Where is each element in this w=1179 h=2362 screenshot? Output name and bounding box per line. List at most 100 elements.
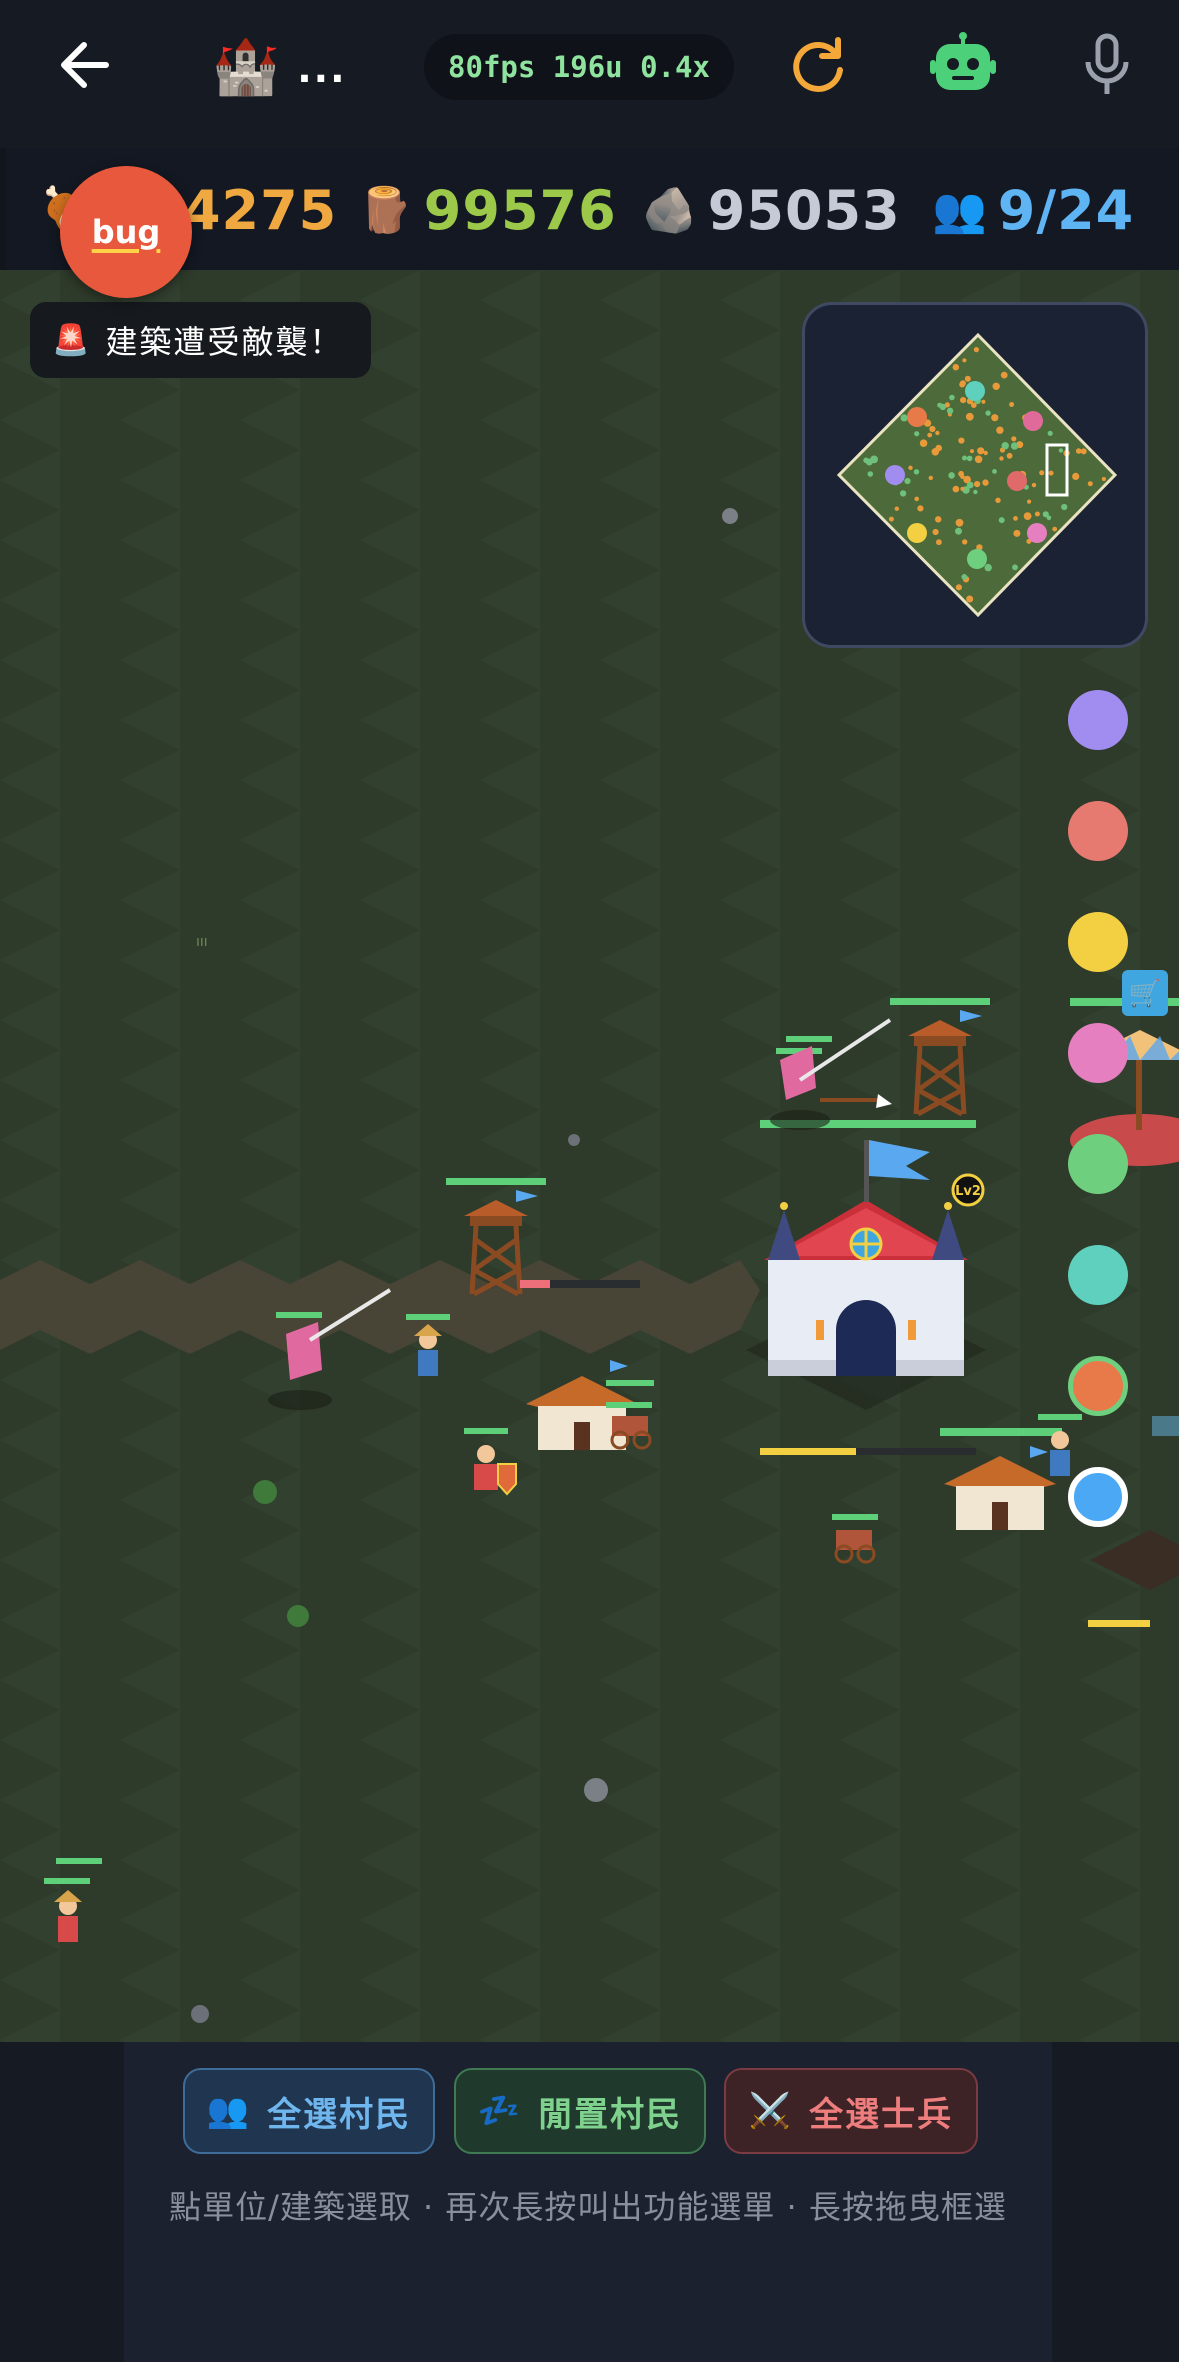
siren-icon: 🚨: [52, 322, 90, 358]
minimap-dot: [964, 375, 971, 382]
minimap-dot: [959, 381, 966, 388]
minimap-dot: [913, 469, 920, 475]
minimap-dot: [952, 485, 960, 493]
attack-alert[interactable]: 🚨 建築遭受敵襲！: [30, 302, 372, 378]
minimap-dot: [962, 358, 967, 363]
minimap-dot: [935, 516, 942, 523]
minimap-dot: [973, 347, 979, 353]
back-arrow-icon[interactable]: [50, 30, 120, 100]
title-text: ...: [297, 47, 347, 91]
minimap-dot: [1087, 481, 1093, 487]
player-dot-orange[interactable]: [1068, 1356, 1128, 1416]
minimap-dot: [927, 432, 933, 438]
minimap-dot: [981, 399, 986, 404]
minimap-dot: [991, 414, 999, 422]
minimap-dot: [1027, 499, 1032, 504]
select-all-villagers-button[interactable]: 👥 全選村民: [183, 2068, 435, 2154]
player-dot-pink[interactable]: [1068, 1023, 1128, 1083]
minimap-dot: [958, 470, 964, 477]
minimap-dot: [935, 430, 940, 436]
minimap-dot: [900, 414, 908, 422]
minimap-dot: [974, 481, 981, 488]
refresh-icon[interactable]: [784, 30, 854, 100]
minimap-dot: [949, 394, 955, 401]
bug-report-button[interactable]: bug: [60, 166, 192, 298]
player-dot-blue[interactable]: [1068, 1467, 1128, 1527]
minimap-dot: [1013, 516, 1018, 521]
minimap-dot: [1031, 482, 1037, 488]
stone-value: 95053: [707, 178, 901, 242]
level-badge: Lv2: [955, 1184, 981, 1199]
minimap-dot: [992, 382, 1000, 390]
player-dot-red[interactable]: [1068, 801, 1128, 861]
minimap-dot: [1042, 511, 1049, 518]
minimap-dot: [952, 364, 959, 371]
minimap-dot: [867, 471, 874, 477]
minimap-dot: [1101, 476, 1106, 482]
people-icon: 👥: [206, 2091, 252, 2131]
minimap-dot: [935, 444, 942, 452]
minimap-dot: [961, 574, 968, 580]
minimap-dot: [960, 397, 967, 404]
minimap-dot: [1010, 442, 1019, 450]
minimap-dot: [973, 489, 978, 495]
wood-resource: 🪵 99576: [358, 178, 617, 242]
top-bar: 🏰 ... 80fps 196u 0.4x: [0, 0, 1179, 148]
minimap-dot: [958, 437, 965, 444]
minimap-dot: [904, 478, 911, 485]
player-list: [1068, 690, 1132, 1578]
minimap-dot: [1013, 529, 1021, 537]
bottom-bar: 👥 全選村民 💤 閒置村民 ⚔️ 全選士兵 點單位/建築選取 · 再次長按叫出功…: [0, 2042, 1179, 2362]
minimap-dot: [1000, 371, 1008, 379]
player-dot-teal[interactable]: [1068, 1245, 1128, 1305]
minimap-dot: [1023, 512, 1032, 520]
minimap-dot: [914, 496, 919, 502]
minimap-dot: [1011, 436, 1017, 442]
swords-icon: ⚔️: [748, 2091, 794, 2131]
minimap-dot: [1072, 472, 1080, 480]
minimap-dot: [998, 517, 1005, 524]
minimap-dot: [948, 472, 955, 479]
minimap-dot: [1034, 511, 1040, 517]
minimap-dot: [919, 439, 928, 447]
minimap-dot: [985, 410, 991, 416]
minimap-dot: [966, 595, 974, 603]
minimap-dot: [1052, 526, 1058, 532]
minimap-dot: [1058, 448, 1064, 453]
wood-value: 99576: [423, 178, 617, 242]
select-all-soldiers-button[interactable]: ⚔️ 全選士兵: [724, 2068, 978, 2154]
minimap-dot: [1009, 402, 1015, 407]
stone-resource: 🪨 95053: [642, 178, 901, 242]
minimap-dot: [960, 486, 965, 491]
idle-villagers-label: 閒置村民: [538, 2094, 683, 2135]
robot-icon[interactable]: [928, 30, 998, 100]
minimap-dot: [1061, 503, 1068, 511]
player-dot-yellow[interactable]: [1068, 912, 1128, 972]
minimap-dot: [888, 516, 894, 522]
minimap-dot: [894, 506, 899, 511]
microphone-icon[interactable]: [1072, 30, 1142, 100]
svg-text:🛒: 🛒: [1129, 978, 1161, 1009]
idle-villagers-button[interactable]: 💤 閒置村民: [454, 2068, 706, 2154]
minimap-dot: [939, 403, 947, 411]
player-dot-green[interactable]: [1068, 1134, 1128, 1194]
minimap-dot: [929, 425, 936, 433]
select-all-soldiers-label: 全選士兵: [809, 2094, 954, 2135]
minimap-dot: [908, 465, 913, 470]
game-title[interactable]: 🏰 ...: [212, 32, 347, 102]
minimap-dot: [899, 490, 907, 497]
svg-text:ııı: ııı: [196, 934, 208, 950]
castle-icon: 🏰: [212, 35, 280, 98]
minimap-dot: [863, 457, 869, 464]
minimap-dot: [1048, 470, 1054, 476]
minimap-dot: [966, 455, 973, 462]
minimap-dot: [1047, 430, 1053, 436]
minimap-dot: [965, 412, 974, 421]
minimap-dot: [914, 431, 920, 437]
minimap-dot: [932, 528, 939, 536]
player-dot-purple[interactable]: [1068, 690, 1128, 750]
minimap-dot: [962, 455, 967, 461]
minimap[interactable]: [802, 302, 1148, 648]
minimap-dot: [955, 584, 962, 591]
minimap-canvas: [836, 332, 1118, 618]
